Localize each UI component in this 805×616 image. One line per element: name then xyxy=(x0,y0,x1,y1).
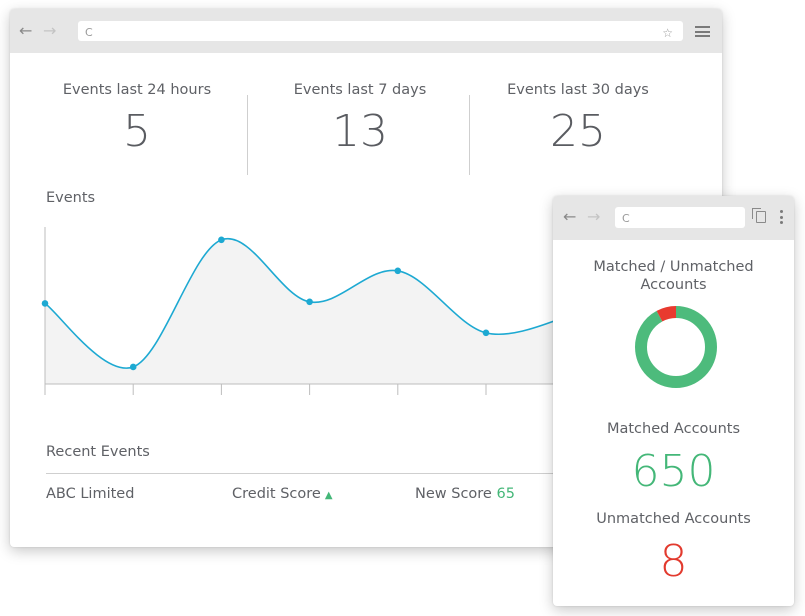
event-field-label: Credit Score xyxy=(232,486,321,502)
back-arrow-icon[interactable]: ← xyxy=(19,23,32,39)
donut-title-line-1: Matched / Unmatched xyxy=(593,259,754,275)
address-bar[interactable]: C xyxy=(615,207,745,228)
caret-up-icon: ▲ xyxy=(324,490,333,501)
donut-title-line-2: Accounts xyxy=(640,277,707,293)
browser-toolbar: ← → C xyxy=(553,196,794,240)
event-change: New Score 65 xyxy=(415,486,515,502)
event-field: Credit Score ▲ xyxy=(232,486,333,502)
stat-label: Events last 30 days xyxy=(507,82,649,98)
back-arrow-icon[interactable]: ← xyxy=(563,209,576,225)
events-chart-title: Events xyxy=(46,190,96,206)
data-point[interactable] xyxy=(218,236,225,244)
side-browser-window: ← → C Matched / Unmatched Accounts Match… xyxy=(553,196,794,606)
company-name: ABC Limited xyxy=(46,486,135,502)
stat-24-hours: Events last 24 hours 5 xyxy=(27,82,247,157)
data-point[interactable] xyxy=(394,267,402,275)
data-point[interactable] xyxy=(129,363,137,371)
copy-tab-icon[interactable] xyxy=(752,208,766,223)
unmatched-value: 8 xyxy=(659,536,688,587)
divider xyxy=(46,473,606,474)
forward-arrow-icon[interactable]: → xyxy=(43,23,56,39)
new-score-label: New Score xyxy=(415,486,492,502)
stat-7-days: Events last 7 days 13 xyxy=(250,82,470,157)
chart-area-fill xyxy=(45,238,575,384)
more-options-icon[interactable] xyxy=(780,210,783,227)
stat-value: 25 xyxy=(550,106,606,157)
bookmark-star-icon[interactable]: ☆ xyxy=(662,26,673,40)
menu-icon[interactable] xyxy=(695,26,710,37)
stat-label: Events last 24 hours xyxy=(62,82,212,98)
stat-label: Events last 7 days xyxy=(293,82,427,98)
reload-icon[interactable]: C xyxy=(622,212,630,225)
stat-value: 13 xyxy=(332,106,388,157)
matched-value: 650 xyxy=(631,446,716,497)
unmatched-label: Unmatched Accounts xyxy=(596,511,751,527)
divider xyxy=(247,95,248,175)
data-point[interactable] xyxy=(482,329,490,337)
matched-label: Matched Accounts xyxy=(606,421,741,437)
donut-title: Matched / Unmatched Accounts xyxy=(553,258,794,294)
accounts-donut-chart xyxy=(635,306,717,388)
forward-arrow-icon[interactable]: → xyxy=(587,209,600,225)
stat-value: 5 xyxy=(123,106,151,157)
address-bar[interactable]: C ☆ xyxy=(78,21,683,41)
data-point[interactable] xyxy=(41,300,49,307)
new-score-value: 65 xyxy=(496,486,515,502)
donut-matched-segment xyxy=(635,306,717,388)
recent-events-title: Recent Events xyxy=(46,444,150,460)
browser-toolbar: ← → C ☆ xyxy=(10,9,722,53)
reload-icon[interactable]: C xyxy=(85,26,93,39)
data-point[interactable] xyxy=(306,298,313,306)
stat-30-days: Events last 30 days 25 xyxy=(468,82,688,157)
